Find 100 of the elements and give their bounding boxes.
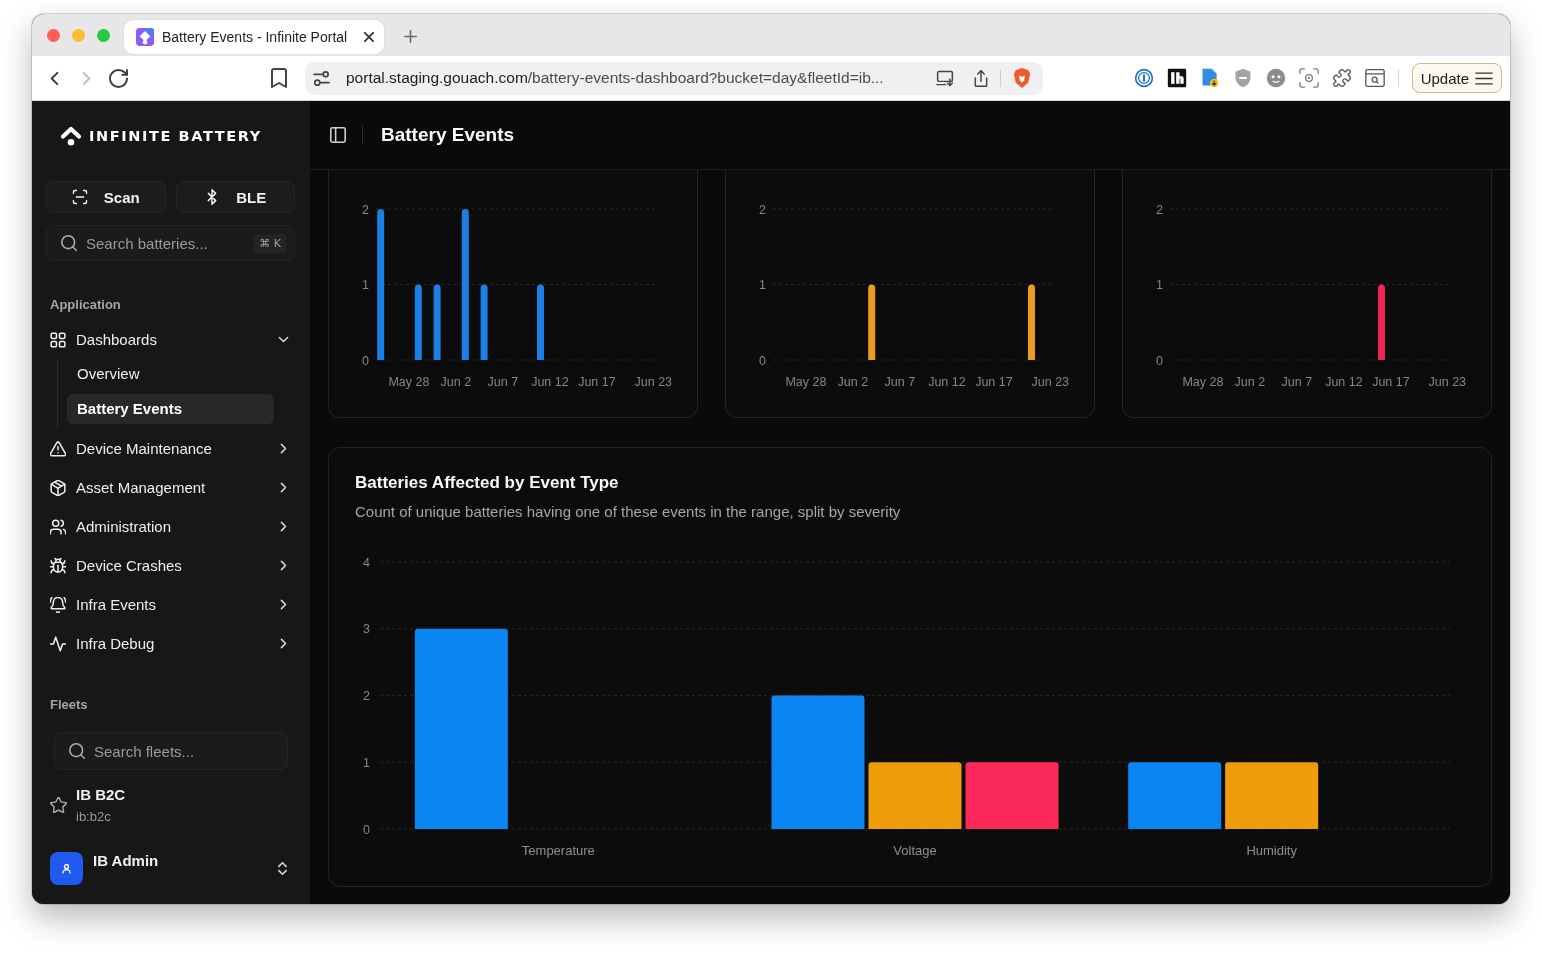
- chevron-right-icon[interactable]: [278, 599, 289, 610]
- axis-label: 2: [362, 202, 369, 217]
- user-avatar-icon[interactable]: [50, 852, 83, 885]
- user-name[interactable]: IB Admin: [93, 851, 278, 871]
- bug-icon: [50, 557, 66, 574]
- pulse-icon: [50, 635, 66, 652]
- axis-label: Jun 17: [1372, 375, 1410, 389]
- scan-icon: [71, 189, 88, 205]
- chevron-right-icon[interactable]: [278, 521, 289, 532]
- search-icon: [61, 235, 77, 251]
- axis-label: 0: [362, 353, 369, 368]
- nav-subitem[interactable]: Overview: [67, 359, 274, 389]
- focus-icon[interactable]: [1298, 68, 1319, 88]
- chevron-down-icon[interactable]: [278, 334, 289, 345]
- plus-icon[interactable]: [404, 29, 417, 43]
- axis-label: Jun 7: [1281, 375, 1313, 389]
- chevron-right-icon[interactable]: [278, 443, 289, 454]
- axis-label: Jun 2: [440, 375, 472, 389]
- axis-label: May 28: [388, 375, 430, 389]
- bookmark-icon[interactable]: [271, 68, 287, 88]
- sliders-icon[interactable]: [313, 70, 330, 86]
- puzzle-icon[interactable]: [1331, 68, 1352, 88]
- axis-label: Jun 17: [578, 375, 616, 389]
- card-description: Count of unique batteries having one of these events in the range, split by severity: [355, 502, 902, 522]
- axis-label: 2: [363, 689, 370, 703]
- nav-item[interactable]: Device Crashes: [46, 546, 295, 585]
- axis-label: Jun 2: [1234, 375, 1266, 389]
- address-bar[interactable]: portal.staging.gouach.com/battery-events-dashboard?bucket=day&fleetId=ib...: [305, 61, 1043, 95]
- nav-item[interactable]: Asset Management: [46, 468, 295, 507]
- brand-name: INFINITE BATTERY: [89, 128, 262, 144]
- chevron-right-icon[interactable]: [278, 560, 289, 571]
- axis-label: 1: [759, 278, 766, 292]
- tile-icon[interactable]: [1166, 68, 1187, 88]
- axis-label: May 28: [1182, 375, 1224, 389]
- section-label: Fleets: [49, 696, 89, 714]
- sidebar-toggle-icon[interactable]: [330, 127, 346, 143]
- share-icon[interactable]: [972, 69, 990, 87]
- axis-label: Jun 12: [1325, 375, 1363, 389]
- nav-item[interactable]: Infra Events: [46, 585, 295, 624]
- axis-label: Temperature: [521, 843, 595, 858]
- axis-label: 0: [363, 822, 370, 837]
- action-button[interactable]: Scan: [46, 181, 166, 213]
- axis-label: 1: [362, 278, 369, 292]
- favicon-icon: [136, 28, 154, 46]
- nav-item[interactable]: Dashboards: [46, 320, 295, 359]
- axis-label: 2: [1156, 202, 1163, 217]
- chevron-right-icon[interactable]: [278, 482, 289, 493]
- update-button[interactable]: Update: [1411, 63, 1502, 93]
- close-icon[interactable]: [364, 32, 374, 42]
- bell-icon: [50, 596, 66, 613]
- axis-label: Jun 12: [531, 375, 569, 389]
- shortcut-key: ⌘ K: [254, 233, 286, 253]
- axis-label: Voltage: [893, 843, 937, 858]
- search-field[interactable]: Search batteries... ⌘ K: [46, 225, 295, 261]
- nav-item[interactable]: Infra Debug: [46, 624, 295, 663]
- reload-icon[interactable]: [109, 68, 128, 88]
- axis-label: Jun 23: [1031, 375, 1070, 389]
- axis-label: 1: [1156, 278, 1163, 292]
- screen-download-icon[interactable]: [936, 69, 954, 87]
- page-title: Battery Events: [381, 124, 515, 146]
- keyhole-icon[interactable]: [1133, 68, 1154, 88]
- axis-label: May 28: [785, 375, 827, 389]
- axis-label: Jun 7: [487, 375, 519, 389]
- fleet-id: ib:b2c: [76, 808, 112, 825]
- nav-subitem[interactable]: Battery Events: [67, 394, 274, 424]
- fleet-name[interactable]: IB B2C: [76, 785, 126, 805]
- axis-label: Jun 7: [884, 375, 916, 389]
- warning-icon: [50, 440, 66, 457]
- box-icon: [50, 479, 66, 496]
- axis-label: 2: [759, 202, 766, 217]
- search-icon: [69, 743, 85, 759]
- users-icon: [50, 518, 66, 535]
- axis-label: Jun 23: [634, 375, 673, 389]
- chevrons-up-down-icon[interactable]: [278, 862, 287, 875]
- card-title: Batteries Affected by Event Type: [355, 472, 620, 494]
- search-field[interactable]: Search fleets...: [54, 732, 288, 770]
- axis-label: Jun 12: [928, 375, 966, 389]
- browser-tab[interactable]: Battery Events - Infinite Portal: [124, 20, 384, 54]
- action-button[interactable]: BLE: [175, 181, 295, 213]
- axis-label: Jun 17: [975, 375, 1013, 389]
- nav-item[interactable]: Administration: [46, 507, 295, 546]
- axis-label: 4: [363, 555, 370, 570]
- logo-icon: [60, 126, 82, 146]
- window-search-icon[interactable]: [1364, 68, 1385, 88]
- axis-label: Jun 23: [1428, 375, 1467, 389]
- axis-label: Humidity: [1246, 843, 1297, 858]
- axis-label: Jun 2: [837, 375, 869, 389]
- nav-item[interactable]: Device Maintenance: [46, 429, 295, 468]
- shield-logo-icon[interactable]: [1013, 68, 1031, 88]
- section-label: Application: [49, 296, 122, 314]
- axis-label: 0: [759, 353, 766, 368]
- axis-label: 3: [363, 622, 370, 637]
- axis-label: 1: [363, 755, 370, 770]
- grid-icon: [50, 331, 66, 348]
- chevron-right-icon[interactable]: [278, 638, 289, 649]
- star-icon[interactable]: [50, 797, 67, 813]
- axis-label: 0: [1156, 353, 1163, 368]
- url-text[interactable]: portal.staging.gouach.com/battery-events-dashboard?bucket=day&fleetId=ib...: [346, 69, 918, 87]
- menu-icon: [1475, 71, 1493, 85]
- face-icon[interactable]: [1265, 68, 1286, 88]
